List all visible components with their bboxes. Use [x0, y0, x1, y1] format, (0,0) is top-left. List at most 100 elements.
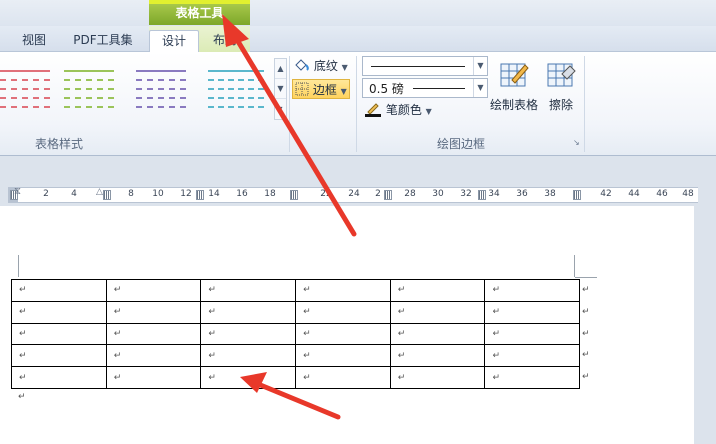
table-cell[interactable]: ↵	[200, 279, 297, 302]
tab-view[interactable]: 视图	[14, 30, 54, 52]
crop-mark	[575, 277, 597, 278]
line-weight-sample	[413, 88, 465, 89]
table-style-green[interactable]	[60, 64, 118, 108]
draw-table-button[interactable]: 绘制表格	[488, 60, 540, 113]
cell-end-mark: ↵	[303, 307, 311, 318]
table-cell[interactable]: ↵	[295, 366, 391, 389]
borders-button[interactable]: 边框 ▼	[292, 79, 350, 99]
line-style-dropdown-icon[interactable]: ▼	[473, 57, 487, 75]
table-cell[interactable]: ↵	[295, 322, 391, 346]
gallery-more-icon[interactable]: ▾	[275, 99, 286, 119]
ruler-number: 2	[43, 189, 49, 199]
table-cell[interactable]: ↵	[105, 344, 202, 368]
document-table[interactable]: ↵ ↵ ↵ ↵ ↵ ↵ ↵ ↵ ↵ ↵ ↵ ↵ ↵ ↵ ↵ ↵ ↵ ↵ ↵ ↵ ↵ ↵ ↵ ↵ ↵ ↵ ↵ ↵ ↵ ↵	[11, 279, 581, 389]
cell-end-mark: ↵	[113, 328, 122, 339]
indent-marker-icon[interactable]: ⧖	[14, 186, 21, 197]
shading-label: 底纹	[313, 59, 338, 73]
ruler-number: 14	[208, 189, 220, 199]
ribbon-panel: ▲ ▼ ▾ 表格样式 底纹 ▼ 边框 ▼ ▼ 0.5 磅 ▼ 笔颜色 ▼ 绘制表…	[0, 52, 716, 156]
ruler-number: 46	[656, 189, 668, 199]
line-weight-combo[interactable]: 0.5 磅 ▼	[362, 78, 488, 98]
table-cell[interactable]: ↵	[11, 344, 107, 368]
table-cell[interactable]: ↵	[295, 279, 391, 302]
table-style-purple[interactable]	[132, 64, 190, 108]
table-row[interactable]: ↵ ↵ ↵ ↵ ↵ ↵	[11, 322, 581, 346]
cell-end-mark: ↵	[303, 350, 311, 361]
table-cell[interactable]: ↵	[389, 279, 486, 302]
table-style-teal[interactable]	[204, 64, 268, 108]
table-cell[interactable]: ↵	[295, 300, 391, 324]
table-cell[interactable]: ↵	[389, 344, 486, 368]
cell-end-mark: ↵	[303, 328, 311, 339]
table-cell[interactable]: ↵	[484, 366, 581, 389]
pen-color-dropdown-icon[interactable]: ▼	[426, 107, 432, 116]
table-row[interactable]: ↵ ↵ ↵ ↵ ↵ ↵	[11, 279, 581, 302]
ruler-column-marker[interactable]	[573, 190, 581, 200]
gallery-up-icon[interactable]: ▲	[275, 59, 286, 79]
ruler-column-marker[interactable]	[290, 190, 298, 200]
table-cell[interactable]: ↵	[389, 322, 486, 346]
table-row[interactable]: ↵ ↵ ↵ ↵ ↵ ↵	[11, 344, 581, 368]
line-weight-value: 0.5 磅	[369, 82, 404, 96]
ruler-number: 30	[432, 189, 444, 199]
table-cell[interactable]: ↵	[105, 322, 202, 346]
ruler-number: 2	[375, 189, 381, 199]
ruler-number: 42	[600, 189, 612, 199]
table-cell[interactable]: ↵	[105, 300, 202, 324]
cell-end-mark: ↵	[492, 328, 500, 339]
ruler-column-marker[interactable]	[384, 190, 392, 200]
table-cell[interactable]: ↵	[484, 322, 581, 346]
indent-marker-icon[interactable]: △	[96, 187, 103, 197]
group-label-draw-borders: 绘图边框	[437, 137, 486, 151]
table-cell[interactable]: ↵	[11, 279, 107, 302]
ruler-number: 28	[404, 189, 416, 199]
table-cell[interactable]: ↵	[295, 344, 391, 368]
row-end-mark: ↵	[582, 306, 590, 317]
table-cell[interactable]: ↵	[389, 300, 486, 324]
table-cell[interactable]: ↵	[200, 300, 297, 324]
table-cell[interactable]: ↵	[200, 322, 297, 346]
table-cell[interactable]: ↵	[200, 344, 297, 368]
table-cell[interactable]: ↵	[11, 300, 107, 324]
table-cell[interactable]: ↵	[484, 279, 581, 302]
table-cell[interactable]: ↵	[484, 300, 581, 324]
table-cell[interactable]: ↵	[389, 366, 486, 389]
dialog-launcher-icon[interactable]: ↘	[573, 138, 580, 147]
ruler-column-marker[interactable]	[478, 190, 486, 200]
pen-color-button[interactable]: 笔颜色 ▼	[364, 100, 444, 120]
table-cell[interactable]: ↵	[200, 366, 297, 389]
table-cell[interactable]: ↵	[105, 279, 202, 302]
cell-end-mark: ↵	[19, 372, 27, 383]
table-cell[interactable]: ↵	[105, 366, 202, 389]
table-cell[interactable]: ↵	[11, 322, 107, 346]
paint-bucket-icon	[295, 59, 309, 71]
eraser-label: 擦除	[548, 98, 573, 112]
table-style-red[interactable]	[0, 64, 54, 108]
style-gallery-scroll[interactable]: ▲ ▼ ▾	[274, 58, 287, 120]
ruler-number: 12	[180, 189, 192, 199]
shading-dropdown-icon[interactable]: ▼	[342, 63, 348, 72]
ruler-number: 24	[348, 189, 360, 199]
table-row[interactable]: ↵ ↵ ↵ ↵ ↵ ↵	[11, 300, 581, 324]
line-weight-dropdown-icon[interactable]: ▼	[473, 79, 487, 97]
ruler-column-marker[interactable]	[103, 190, 111, 200]
table-row[interactable]: ↵ ↵ ↵ ↵ ↵ ↵	[11, 366, 581, 389]
table-cell[interactable]: ↵	[484, 344, 581, 368]
shading-button[interactable]: 底纹 ▼	[294, 56, 354, 76]
table-cell[interactable]: ↵	[11, 366, 107, 389]
tab-layout[interactable]: 布局	[203, 30, 247, 52]
borders-dropdown-icon[interactable]: ▼	[341, 87, 347, 96]
tab-design[interactable]: 设计	[149, 30, 199, 53]
cell-end-mark: ↵	[19, 307, 27, 318]
pen-color-label: 笔颜色	[385, 103, 422, 117]
tab-pdf-tools[interactable]: PDF工具集	[66, 30, 140, 52]
line-style-combo[interactable]: ▼	[362, 56, 488, 76]
eraser-button[interactable]: 擦除	[543, 60, 579, 113]
cell-end-mark: ↵	[113, 307, 122, 318]
cell-end-mark: ↵	[208, 350, 216, 361]
gallery-down-icon[interactable]: ▼	[275, 79, 286, 99]
crop-mark	[574, 255, 575, 277]
ruler-column-marker[interactable]	[196, 190, 204, 200]
title-strip	[0, 0, 716, 27]
horizontal-ruler[interactable]: ⧖ 2 4 △ 8 10 12 14 16 18 22 24 2 28 30 3…	[8, 186, 698, 203]
